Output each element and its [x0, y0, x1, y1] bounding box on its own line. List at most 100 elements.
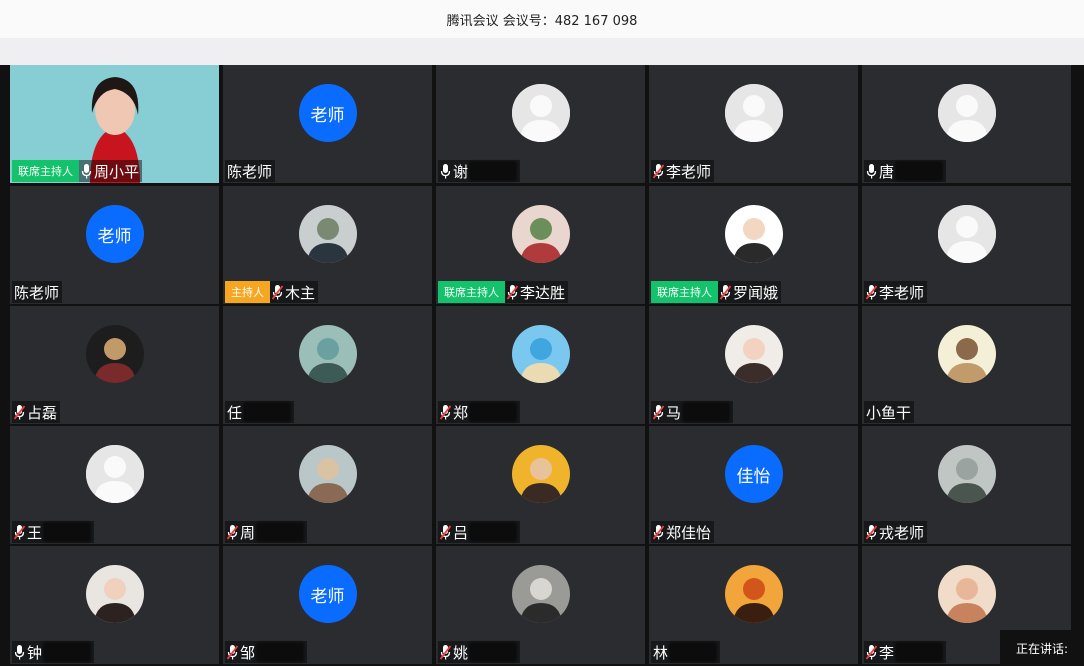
- participant-name: 木主: [285, 283, 316, 302]
- participant-footer: 占磊: [12, 400, 61, 424]
- avatar: 老师: [298, 565, 357, 623]
- participant-name: 邹: [240, 643, 256, 662]
- avatar-initials: 老师: [97, 226, 132, 247]
- participant-tile[interactable]: 钟: [10, 546, 219, 664]
- avatar: [511, 325, 570, 383]
- participant-name: 李达胜: [520, 283, 566, 302]
- participant-tile[interactable]: 王: [10, 426, 219, 544]
- participant-tile[interactable]: 姚: [436, 546, 645, 664]
- participant-tile[interactable]: 老师 陈老师: [223, 65, 432, 183]
- microphone-muted-icon: [440, 644, 453, 660]
- microphone-muted-icon: [272, 284, 285, 300]
- participant-name-box: 林: [651, 641, 721, 663]
- participant-footer: 主持人 木主: [225, 280, 319, 304]
- participant-name-box: 木主: [270, 281, 319, 303]
- microphone-muted-icon: [227, 524, 240, 540]
- avatar: [937, 445, 996, 503]
- participant-footer: 王: [12, 520, 95, 544]
- participant-tile[interactable]: 联席主持人 罗闻娥: [649, 186, 858, 304]
- participant-name: 吕: [453, 523, 469, 542]
- person-icon: [724, 84, 783, 142]
- participant-tile[interactable]: 占磊: [10, 306, 219, 424]
- participant-footer: 邹: [225, 640, 308, 664]
- speaking-label: 正在讲话:: [1015, 641, 1069, 656]
- microphone-muted-icon: [227, 644, 240, 660]
- microphone-muted-icon: [720, 284, 733, 300]
- microphone-muted-icon: [507, 284, 520, 300]
- participant-name-box: 李达胜: [505, 281, 569, 303]
- participant-name: 王: [27, 523, 43, 542]
- participant-tile[interactable]: 戎老师: [862, 426, 1071, 544]
- participant-name: 周小平: [94, 162, 140, 181]
- participant-tile[interactable]: 唐: [862, 65, 1071, 183]
- participant-tile[interactable]: 老师陈老师: [10, 186, 219, 304]
- participant-footer: 陈老师: [12, 280, 63, 304]
- participant-name-box: 李老师: [864, 281, 928, 303]
- participant-tile[interactable]: 任: [223, 306, 432, 424]
- avatar-initials: 佳怡: [736, 466, 771, 487]
- avatar: [937, 84, 996, 142]
- profile-photo: [937, 325, 996, 383]
- microphone-muted-icon: [866, 524, 879, 540]
- participant-name-box: 小鱼干: [864, 401, 915, 423]
- profile-photo: [511, 205, 570, 263]
- profile-photo: [298, 445, 357, 503]
- participant-tile[interactable]: 主持人 木主: [223, 186, 432, 304]
- participant-tile[interactable]: 佳怡郑佳怡: [649, 426, 858, 544]
- redaction-mask: [469, 642, 518, 662]
- avatar: [85, 565, 144, 623]
- participant-tile[interactable]: 郑: [436, 306, 645, 424]
- participant-tile[interactable]: 李老师: [862, 186, 1071, 304]
- participant-tile[interactable]: 林: [649, 546, 858, 664]
- profile-photo: [298, 205, 357, 263]
- profile-photo: [724, 565, 783, 623]
- participant-footer: 李老师: [651, 159, 715, 183]
- participant-name: 戎老师: [879, 523, 925, 542]
- participant-grid: 联席主持人 周小平 老师 陈老师谢李老师唐老师 陈老师 主持人 木主 联席主持人 李达胜 联席主持…: [0, 65, 1084, 666]
- participant-name-box: 周小平: [79, 160, 143, 182]
- participant-tile[interactable]: 周: [223, 426, 432, 544]
- participant-name-box: 郑: [438, 401, 521, 423]
- participant-footer: 周: [225, 520, 308, 544]
- participant-name: 钟: [27, 643, 43, 662]
- participant-tile[interactable]: 联席主持人 李达胜: [436, 186, 645, 304]
- avatar: [298, 205, 357, 263]
- participant-footer: 郑: [438, 400, 521, 424]
- participant-footer: 任: [225, 400, 295, 424]
- participant-name: 林: [653, 643, 669, 662]
- participant-tile[interactable]: 马: [649, 306, 858, 424]
- participant-name-box: 邹: [225, 641, 308, 663]
- profile-photo: [298, 325, 357, 383]
- participant-name-box: 郑佳怡: [651, 521, 715, 543]
- participant-footer: 林: [651, 640, 721, 664]
- participant-footer: 马: [651, 400, 734, 424]
- profile-photo: [511, 445, 570, 503]
- participant-tile[interactable]: 谢: [436, 65, 645, 183]
- participant-name-box: 吕: [438, 521, 521, 543]
- participant-name: 姚: [453, 643, 469, 662]
- participant-name: 李: [879, 643, 895, 662]
- cohost-badge: 联席主持人: [438, 281, 505, 303]
- microphone-muted-icon: [440, 524, 453, 540]
- participant-footer: 吕: [438, 520, 521, 544]
- microphone-muted-icon: [653, 404, 666, 420]
- avatar-initials: 老师: [310, 105, 345, 126]
- participant-name: 马: [666, 403, 682, 422]
- participant-name-box: 王: [12, 521, 95, 543]
- participant-name: 罗闻娥: [733, 283, 779, 302]
- redaction-mask: [895, 642, 944, 662]
- avatar: 佳怡: [724, 445, 783, 503]
- avatar: 老师: [85, 205, 144, 263]
- participant-name: 任: [227, 403, 243, 422]
- participant-name: 李老师: [879, 283, 925, 302]
- participant-name-box: 罗闻娥: [718, 281, 782, 303]
- participant-tile[interactable]: 老师邹: [223, 546, 432, 664]
- participant-tile[interactable]: 李老师: [649, 65, 858, 183]
- scrollbar[interactable]: [1073, 65, 1084, 625]
- participant-name: 李老师: [666, 162, 712, 181]
- participant-tile[interactable]: 小鱼干: [862, 306, 1071, 424]
- avatar: [511, 445, 570, 503]
- participant-tile[interactable]: 联席主持人 周小平: [10, 65, 219, 183]
- avatar: [937, 565, 996, 623]
- participant-tile[interactable]: 吕: [436, 426, 645, 544]
